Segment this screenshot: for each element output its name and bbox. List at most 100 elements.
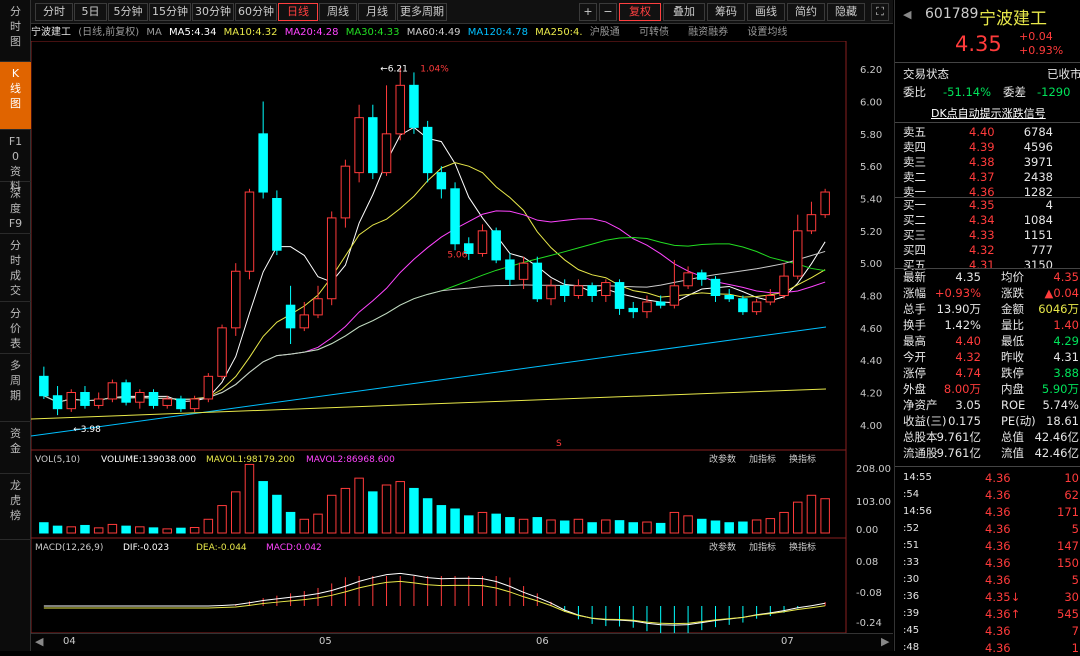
- chart-area[interactable]: 6.20 6.00 5.80 5.60 5.40 5.20 5.00 4.80 4.60 4.40…: [31, 41, 893, 633]
- period-tab-1[interactable]: 5日: [74, 3, 107, 21]
- candle-body: [148, 392, 159, 406]
- vol-bar: [559, 520, 570, 534]
- sidenav-5[interactable]: 分价表: [0, 302, 31, 354]
- ma-line-1: [43, 162, 826, 403]
- period-tab-7[interactable]: 周线: [319, 3, 357, 21]
- sidenav-4[interactable]: 分时成交: [0, 234, 31, 302]
- toolbar-tool-3[interactable]: 叠加: [663, 3, 705, 21]
- sidenav-2[interactable]: F10资料: [0, 130, 31, 193]
- macd-tick: -0.08: [856, 588, 882, 599]
- vol-bar: [697, 518, 707, 534]
- macd-link-2[interactable]: 换指标: [789, 541, 816, 553]
- vol-bar: [244, 463, 255, 534]
- stat-row: 总股本 9.761亿 总值 42.46亿: [903, 430, 1079, 444]
- vol-bar: [450, 508, 460, 534]
- candle-body: [272, 198, 282, 251]
- ask-row: 卖二 4.37 2438: [903, 170, 1053, 184]
- period-tab-8[interactable]: 月线: [358, 3, 396, 21]
- ma10-label: MA10:4.32: [223, 27, 278, 38]
- bid-row: 买三 4.33 1151: [903, 228, 1053, 242]
- prev-stock-icon[interactable]: ◀: [903, 8, 911, 21]
- sidenav-3[interactable]: 深度F9: [0, 182, 31, 234]
- toolbar-tool-7[interactable]: 隐藏: [827, 3, 865, 21]
- vol-bar: [231, 491, 241, 534]
- vol-bar: [66, 526, 77, 534]
- period-tab-4[interactable]: 30分钟: [192, 3, 234, 21]
- tick-row: :51 4.36 147: [903, 539, 1079, 553]
- period-tab-0[interactable]: 分时: [35, 3, 73, 21]
- tick-row: :33 4.36 150: [903, 556, 1079, 570]
- tick-row: :48 4.36 1: [903, 641, 1079, 655]
- link-margin[interactable]: 融资融券: [688, 27, 728, 38]
- stat-row: 流通股 9.761亿 流值 42.46亿: [903, 446, 1079, 460]
- ma30-label: MA30:4.33: [345, 27, 400, 38]
- price-tick: 4.60: [860, 324, 882, 335]
- link-ma-settings[interactable]: 设置均线: [747, 27, 787, 38]
- candle-body: [258, 133, 268, 193]
- time-axis: ◀ 04 05 06 07 ▶: [31, 633, 893, 651]
- last-price: 4.35: [955, 32, 1002, 56]
- vol-bar: [121, 525, 131, 534]
- candle-body: [176, 398, 186, 410]
- scroll-right-icon[interactable]: ▶: [881, 635, 889, 648]
- vol-link-1[interactable]: 加指标: [749, 453, 776, 465]
- macd-link-0[interactable]: 改参数: [709, 541, 736, 553]
- month-tick: 05: [319, 636, 332, 647]
- period-tab-9[interactable]: 更多周期: [397, 3, 447, 21]
- dk-signal-button[interactable]: DK点自动提示涨跌信号: [931, 105, 1046, 121]
- sidenav-7[interactable]: 资金: [0, 422, 31, 474]
- candle-body: [820, 191, 830, 216]
- expand-icon[interactable]: ⛶: [871, 3, 889, 21]
- vol-bar: [532, 517, 543, 534]
- tick-row: :36 4.35↓ 30: [903, 590, 1079, 604]
- toolbar-tool-2[interactable]: 复权: [619, 3, 661, 21]
- vol-bar: [203, 518, 214, 534]
- sidenav-8[interactable]: 龙虎榜: [0, 474, 31, 540]
- vol-bar: [368, 491, 378, 534]
- vol-bar: [669, 511, 680, 534]
- scroll-left-icon[interactable]: ◀: [35, 635, 43, 648]
- period-tab-2[interactable]: 5分钟: [108, 3, 148, 21]
- sidenav-6[interactable]: 多周期: [0, 354, 31, 422]
- vol-mavol1: MAVOL1:98179.200: [206, 455, 295, 465]
- link-hkconnect[interactable]: 沪股通: [590, 27, 620, 38]
- vol-volume: VOLUME:139038.000: [101, 455, 196, 465]
- candle-body: [450, 188, 460, 245]
- period-tab-5[interactable]: 60分钟: [235, 3, 277, 21]
- toolbar-tool-0[interactable]: +: [579, 3, 597, 21]
- vol-bar: [340, 487, 351, 534]
- vol-bar: [642, 521, 652, 534]
- stock-name-label: 宁波建工: [31, 27, 71, 38]
- macd-dea: DEA:-0.044: [196, 543, 247, 553]
- ma120-line: [31, 326, 827, 437]
- side-nav: 分时图 K线图 F10资料 深度F9 分时成交 分价表 多周期 资金 龙虎榜: [0, 0, 31, 651]
- toolbar-tool-6[interactable]: 简约: [787, 3, 825, 21]
- ask-row: 卖五 4.40 6784: [903, 125, 1053, 139]
- sidenav-1[interactable]: K线图: [0, 62, 31, 130]
- price-tick: 6.20: [860, 65, 882, 76]
- vol-link-0[interactable]: 改参数: [709, 453, 736, 465]
- candle-body: [313, 298, 323, 316]
- sidenav-0[interactable]: 分时图: [0, 0, 31, 62]
- vol-bar: [176, 527, 186, 534]
- candle-body: [765, 295, 776, 303]
- wb-row: 委比 -51.14% 委差 -1290: [903, 85, 1071, 99]
- macd-link-1[interactable]: 加指标: [749, 541, 776, 553]
- toolbar-tool-4[interactable]: 筹码: [707, 3, 745, 21]
- toolbar-tool-5[interactable]: 画线: [747, 3, 785, 21]
- month-tick: 06: [536, 636, 549, 647]
- period-tab-6[interactable]: 日线: [278, 3, 318, 21]
- vol-link-2[interactable]: 换指标: [789, 453, 816, 465]
- candle-body: [546, 285, 556, 300]
- chart-mode-label: (日线,前复权): [78, 27, 140, 38]
- link-convertible[interactable]: 可转债: [639, 27, 669, 38]
- tick-row: :39 4.36↑ 545: [903, 607, 1079, 621]
- macd-tick: 0.08: [856, 557, 878, 568]
- period-tab-3[interactable]: 15分钟: [149, 3, 191, 21]
- price-tick: 5.40: [860, 195, 882, 206]
- toolbar-tool-1[interactable]: −: [599, 3, 617, 21]
- vol-bar: [409, 487, 419, 534]
- price-tick: 4.80: [860, 292, 882, 303]
- vol-bar: [655, 522, 666, 534]
- candle-body: [285, 304, 296, 329]
